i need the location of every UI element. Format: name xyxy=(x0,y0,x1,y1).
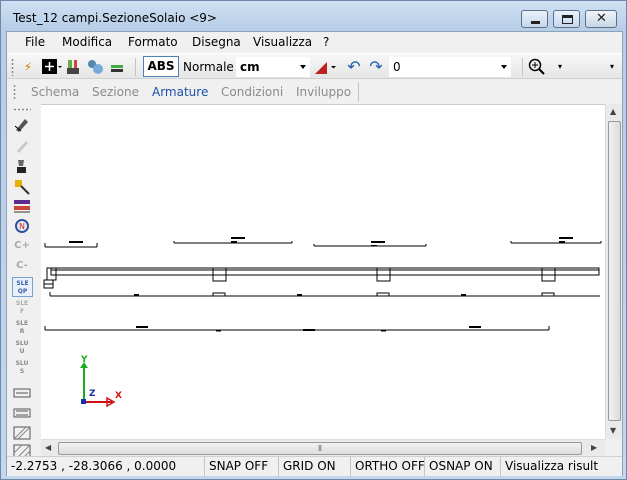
status-coordinates: -2.2753 , -28.3066 , 0.0000 xyxy=(7,457,205,477)
menu-file[interactable]: File xyxy=(25,35,45,49)
layer-select-value: 0 xyxy=(393,60,401,74)
maximize-icon xyxy=(562,15,573,24)
toolbar-overflow-icon[interactable]: ▾ xyxy=(555,58,565,76)
scroll-left-icon[interactable]: ◀ xyxy=(45,443,51,452)
scroll-down-icon[interactable]: ▼ xyxy=(610,426,616,435)
tab-sezione[interactable]: Sezione xyxy=(92,85,139,99)
undo-icon[interactable]: ↶ xyxy=(345,58,363,76)
horizontal-scroll-thumb[interactable]: ⦀ xyxy=(58,442,582,455)
rotate-icon[interactable]: N xyxy=(13,217,31,235)
bottom-bar-labels xyxy=(134,294,481,332)
lightning-icon[interactable]: ⚡ xyxy=(19,58,37,76)
reinforcement-drawing: Y Z X xyxy=(43,237,602,408)
scroll-right-icon[interactable]: ▶ xyxy=(591,443,597,452)
status-snap[interactable]: SNAP OFF xyxy=(205,457,279,477)
status-grid[interactable]: GRID ON xyxy=(279,457,351,477)
user-select-icon[interactable] xyxy=(86,58,104,76)
redo-icon[interactable]: ↷ xyxy=(367,58,385,76)
chevron-down-icon xyxy=(501,65,507,69)
layer-select[interactable]: 0 xyxy=(389,57,511,77)
vertical-scroll-thumb[interactable] xyxy=(608,121,621,421)
unit-select[interactable]: cm xyxy=(236,57,310,77)
toolbar-separator xyxy=(522,58,523,76)
axis-z-label: Z xyxy=(89,389,96,399)
wand-icon[interactable] xyxy=(13,178,31,196)
close-button[interactable]: ✕ xyxy=(585,10,617,28)
dimension-tool-icon[interactable] xyxy=(313,58,337,76)
scroll-up-icon[interactable]: ▲ xyxy=(610,107,616,116)
left-toolbar-grip[interactable] xyxy=(13,108,31,111)
tab-condizioni[interactable]: Condizioni xyxy=(221,85,283,99)
toolbar-separator xyxy=(135,58,136,76)
close-icon: ✕ xyxy=(596,11,607,26)
horizontal-scrollbar[interactable]: ◀ ⦀ ▶ xyxy=(41,439,605,456)
menu-bar: File Modifica Formato Disegna Visualizza… xyxy=(7,32,622,52)
toolbar-grip[interactable] xyxy=(11,58,14,76)
minimize-icon xyxy=(531,21,540,24)
menu-help[interactable]: ? xyxy=(323,35,329,49)
title-bar[interactable]: Test_12 campi.SezioneSolaio <9> ✕ xyxy=(1,1,626,31)
crosshair-box-icon xyxy=(42,59,62,74)
zoom-icon[interactable] xyxy=(528,58,546,76)
tab-schema[interactable]: Schema xyxy=(31,85,79,99)
status-bar: -2.2753 , -28.3066 , 0.0000 SNAP OFF GRI… xyxy=(7,456,622,477)
menu-disegna[interactable]: Disegna xyxy=(192,35,241,49)
c-minus-icon[interactable]: C- xyxy=(13,257,31,275)
section-2-icon[interactable] xyxy=(13,404,31,422)
view-tabs: Schema Sezione Armature Condizioni Invil… xyxy=(7,80,622,104)
beam-outline xyxy=(43,267,600,289)
tabs-grip[interactable] xyxy=(13,84,16,100)
unit-select-value: cm xyxy=(240,60,260,74)
axis-x-label: X xyxy=(115,391,122,401)
menu-formato[interactable]: Formato xyxy=(128,35,178,49)
brush-tool-icon[interactable] xyxy=(65,58,83,76)
status-osnap[interactable]: OSNAP ON xyxy=(425,457,501,477)
beam-icon[interactable] xyxy=(13,197,31,215)
application-window: Test_12 campi.SezioneSolaio <9> ✕ File M… xyxy=(0,0,627,480)
bottom-reinforcement-bars xyxy=(44,292,600,331)
client-area: File Modifica Formato Disegna Visualizza… xyxy=(6,31,623,477)
svg-text:N: N xyxy=(19,222,25,231)
paint-icon[interactable] xyxy=(13,158,31,176)
menu-visualizza[interactable]: Visualizza xyxy=(253,35,312,49)
c-plus-icon[interactable]: C+ xyxy=(13,237,31,255)
eraser-icon[interactable] xyxy=(13,137,31,155)
slu-s-icon[interactable]: SLU S xyxy=(13,360,31,378)
axes-indicator xyxy=(80,362,116,408)
top-reinforcement-bars xyxy=(44,241,602,248)
style-label: Normale xyxy=(183,60,234,74)
sle-r-icon[interactable]: SLE R xyxy=(13,320,31,338)
tab-inviluppo[interactable]: Inviluppo xyxy=(296,85,351,99)
maximize-button[interactable] xyxy=(553,10,580,28)
status-ortho[interactable]: ORTHO OFF xyxy=(351,457,425,477)
window-title: Test_12 campi.SezioneSolaio <9> xyxy=(13,11,217,25)
chevron-down-icon xyxy=(300,65,306,69)
main-toolbar: ⚡ ABS Normale cm ↶ ↷ 0 ▾ ▾ xyxy=(7,53,622,79)
axis-y-label: Y xyxy=(80,355,88,365)
status-message: Visualizza risult xyxy=(505,459,599,473)
sle-qp-icon[interactable]: SLE QP xyxy=(12,277,33,297)
abs-toggle-button[interactable]: ABS xyxy=(143,56,179,77)
hatch-1-icon[interactable] xyxy=(13,424,31,442)
tabs-separator xyxy=(358,82,359,102)
sle-f-icon[interactable]: SLE F xyxy=(13,300,31,318)
vertical-scrollbar[interactable]: ▲ ▼ xyxy=(605,104,622,439)
minimize-button[interactable] xyxy=(521,10,548,28)
section-1-icon[interactable] xyxy=(13,384,31,402)
toolbar-overflow-icon[interactable]: ▾ xyxy=(607,58,617,76)
tab-armature[interactable]: Armature xyxy=(152,85,208,99)
slu-u-icon[interactable]: SLU U xyxy=(13,340,31,358)
bar-labels xyxy=(69,237,573,247)
menu-modifica[interactable]: Modifica xyxy=(62,35,112,49)
layer-tool-icon[interactable] xyxy=(108,58,126,76)
drawing-canvas[interactable]: Y Z X xyxy=(41,104,605,439)
cursor-style-button[interactable] xyxy=(41,58,63,76)
arrow-pencil-icon[interactable] xyxy=(13,116,31,134)
left-toolbar: N C+ C- SLE QP SLE F SLE R SLU U SLU S xyxy=(7,104,40,459)
